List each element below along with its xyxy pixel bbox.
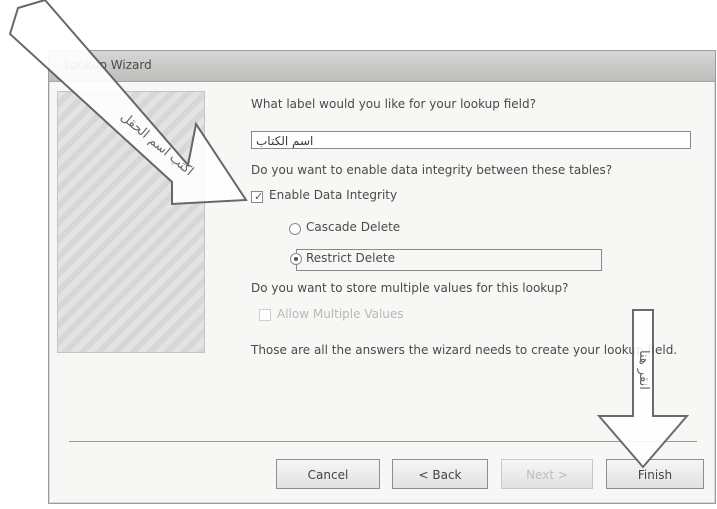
arrow-annotation-2: انقر هنا: [636, 350, 651, 390]
diagonal-arrow-icon: [8, 0, 248, 206]
instruction-overlay: اكتب اسم الحقل انقر هنا: [8, 0, 690, 469]
